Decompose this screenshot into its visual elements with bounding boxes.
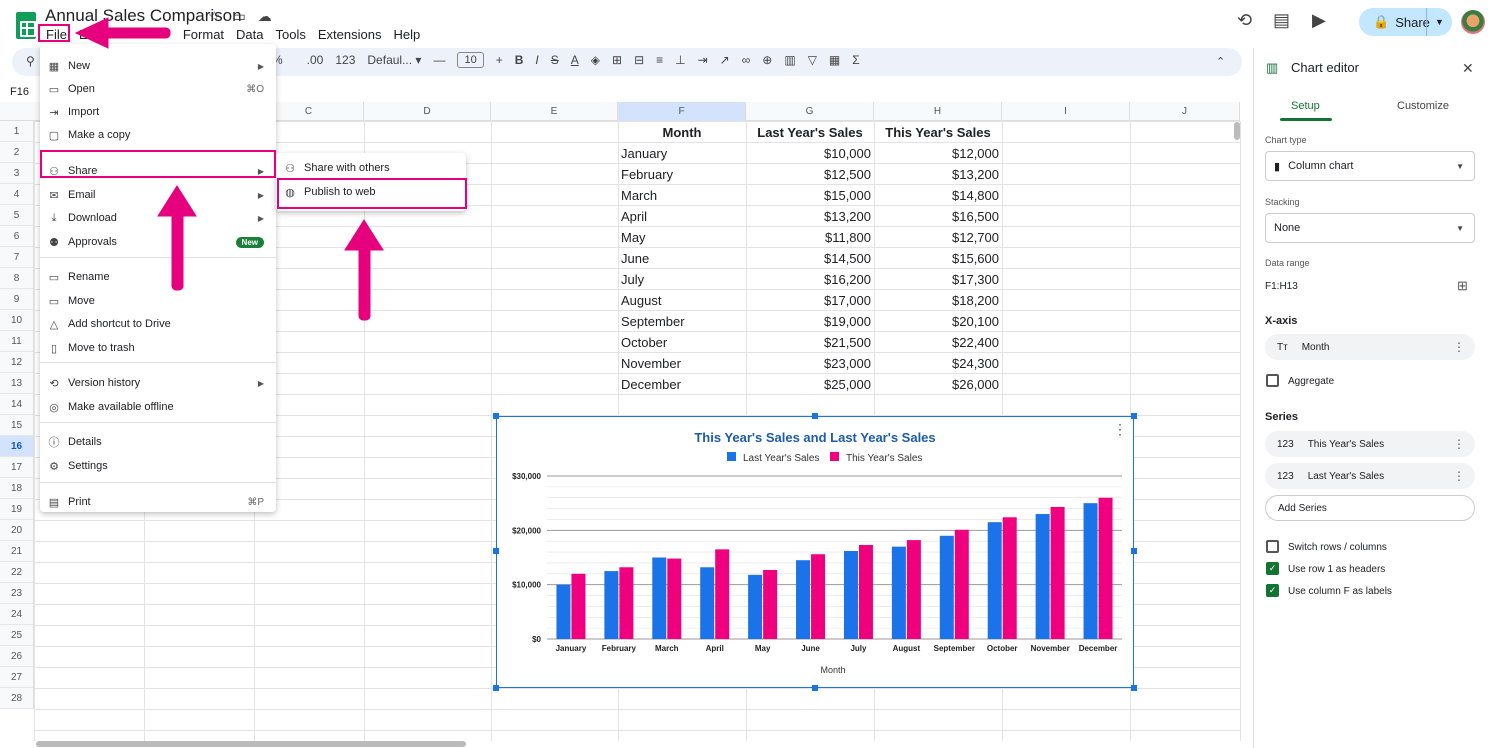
series-value: Last Year's Sales: [1307, 470, 1385, 482]
chart-type-label: Chart type: [1265, 135, 1307, 145]
number-type-icon: 123: [1277, 470, 1294, 482]
vertical-scrollbar[interactable]: [1234, 122, 1240, 140]
chart-type-select[interactable]: ▮ Column chart ▼: [1265, 151, 1475, 181]
close-icon[interactable]: ✕: [1462, 60, 1474, 77]
add-series-button[interactable]: Add Series: [1265, 495, 1475, 521]
text-type-icon: Tт: [1277, 341, 1288, 353]
stacking-label: Stacking: [1265, 197, 1300, 207]
use-row-headers-label: Use row 1 as headers: [1288, 564, 1386, 575]
use-column-labels-checkbox[interactable]: ✓: [1266, 584, 1279, 597]
more-icon[interactable]: ⋮: [1453, 340, 1465, 354]
arrow-head: [74, 17, 109, 49]
aggregate-label: Aggregate: [1288, 376, 1335, 387]
xaxis-chip[interactable]: Tт Month ⋮: [1265, 334, 1475, 360]
tab-customize[interactable]: Customize: [1397, 100, 1449, 112]
chevron-down-icon: ▼: [1456, 161, 1464, 171]
column-chart-icon: ▮: [1274, 160, 1281, 173]
panel-title: Chart editor: [1291, 60, 1359, 75]
switch-rows-label: Switch rows / columns: [1288, 542, 1387, 553]
number-type-icon: 123: [1277, 438, 1294, 450]
arrow-shaft: [99, 27, 171, 39]
series-chip[interactable]: 123 This Year's Sales ⋮: [1265, 431, 1475, 457]
data-range-label: Data range: [1265, 258, 1310, 268]
series-chip[interactable]: 123 Last Year's Sales ⋮: [1265, 463, 1475, 489]
chevron-down-icon: ▼: [1456, 223, 1464, 233]
stacking-value: None: [1274, 222, 1301, 234]
chart-type-value: Column chart: [1288, 160, 1354, 172]
chart-editor-icon: ▥: [1266, 60, 1279, 75]
use-row-headers-checkbox[interactable]: ✓: [1266, 562, 1279, 575]
series-value: This Year's Sales: [1307, 438, 1385, 450]
xaxis-value: Month: [1301, 341, 1330, 353]
arrow-head: [344, 219, 384, 251]
more-icon[interactable]: ⋮: [1453, 469, 1465, 483]
xaxis-label: X-axis: [1265, 315, 1298, 327]
tab-setup[interactable]: Setup: [1291, 100, 1320, 112]
tab-underline: [1280, 118, 1332, 121]
aggregate-checkbox[interactable]: [1266, 374, 1279, 387]
more-icon[interactable]: ⋮: [1453, 437, 1465, 451]
arrow-head: [157, 185, 197, 217]
horizontal-scrollbar[interactable]: [36, 741, 466, 747]
grid-select-icon[interactable]: ⊞: [1457, 278, 1468, 294]
data-range-value[interactable]: F1:H13: [1265, 281, 1298, 292]
switch-rows-checkbox[interactable]: [1266, 540, 1279, 553]
stacking-select[interactable]: None ▼: [1265, 213, 1475, 243]
use-column-labels-label: Use column F as labels: [1288, 586, 1392, 597]
series-label: Series: [1265, 411, 1299, 423]
